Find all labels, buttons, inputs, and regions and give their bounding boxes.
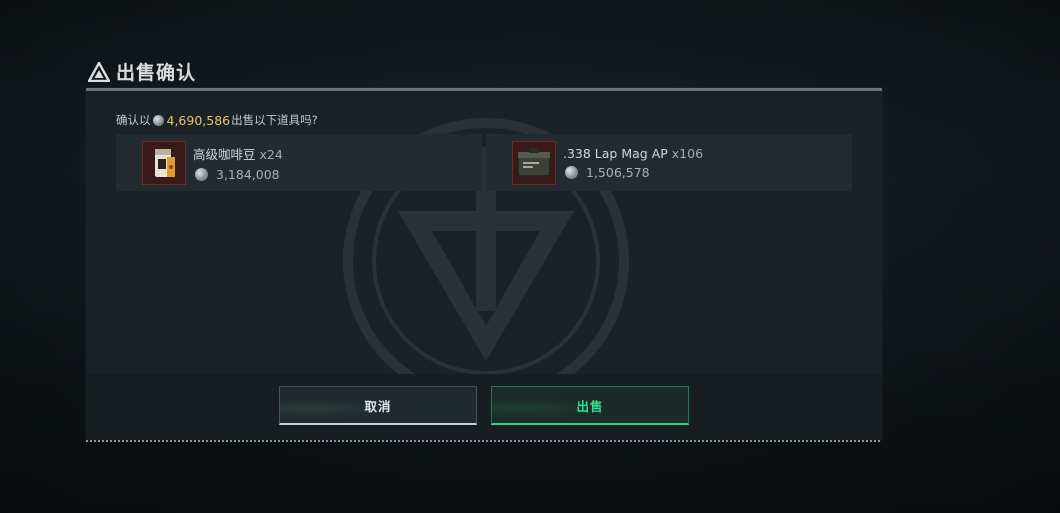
coin-icon bbox=[565, 165, 578, 179]
ammo-box-icon bbox=[517, 147, 551, 177]
item-card[interactable]: .338 Lap Mag AP x106 1,506,578 bbox=[486, 134, 852, 191]
sell-prompt: 确认以 4,690,586 出售以下道具吗? bbox=[116, 112, 318, 128]
dialog-title-text: 出售确认 bbox=[116, 62, 197, 84]
item-name-text: .338 Lap Mag AP bbox=[563, 145, 668, 161]
item-quantity: x24 bbox=[259, 146, 283, 162]
item-card[interactable]: 高级咖啡豆 x24 3,184,008 bbox=[116, 134, 482, 191]
total-price: 4,690,586 bbox=[166, 112, 231, 128]
item-quantity: x106 bbox=[671, 145, 704, 161]
coin-icon bbox=[195, 167, 208, 181]
sell-button[interactable]: 出售 bbox=[491, 386, 689, 425]
item-thumbnail bbox=[142, 140, 186, 185]
item-price: 1,506,578 bbox=[565, 165, 703, 180]
item-price-value: 1,506,578 bbox=[586, 164, 650, 180]
warning-triangle-icon bbox=[88, 61, 110, 82]
item-price: 3,184,008 bbox=[195, 167, 283, 182]
cancel-button[interactable]: 取消 bbox=[279, 386, 477, 425]
item-thumbnail bbox=[512, 140, 556, 185]
item-price-value: 3,184,008 bbox=[216, 166, 280, 182]
dialog-title: 出售确认 bbox=[88, 58, 196, 85]
prompt-suffix: 出售以下道具吗? bbox=[231, 113, 318, 127]
item-name-text: 高级咖啡豆 bbox=[193, 146, 256, 162]
coin-icon bbox=[152, 114, 164, 126]
sell-confirm-dialog: 确认以 4,690,586 出售以下道具吗? 高级咖啡豆 x24 3,184,0… bbox=[86, 88, 882, 442]
prompt-prefix: 确认以 bbox=[116, 113, 151, 127]
item-name: 高级咖啡豆 x24 bbox=[193, 144, 283, 163]
coffee-beans-bag-icon bbox=[155, 148, 175, 177]
dialog-footer: 取消 出售 bbox=[86, 374, 882, 440]
item-name: .338 Lap Mag AP x106 bbox=[563, 146, 703, 161]
